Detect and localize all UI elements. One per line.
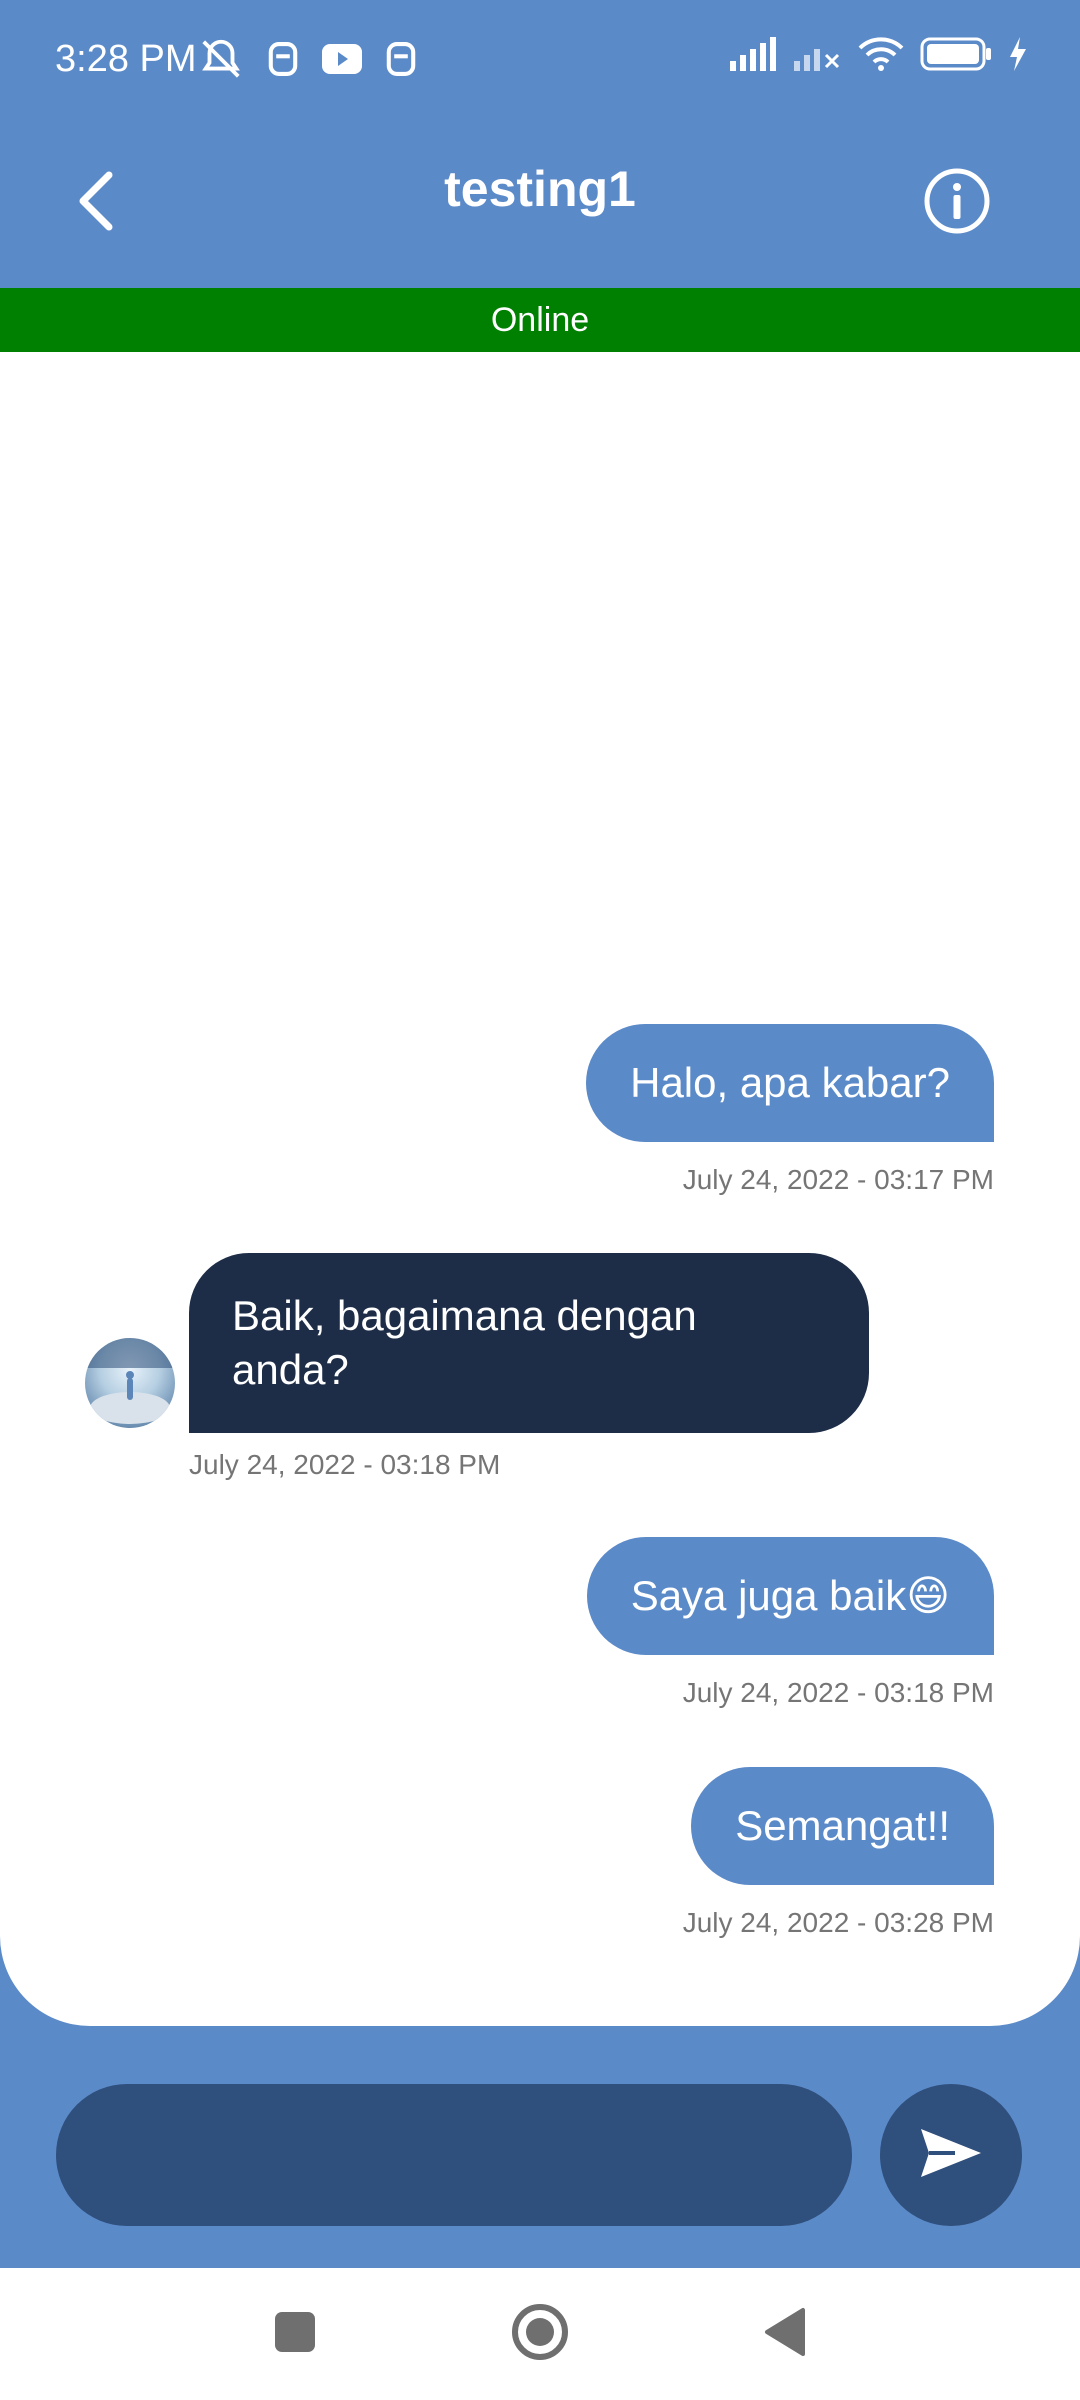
status-time: 3:28 PM [55,38,197,80]
message-timestamp: July 24, 2022 - 03:17 PM [682,1164,994,1195]
status-right-icons [730,36,1028,77]
outgoing-message-bubble: Saya juga baik😄 [586,1537,994,1655]
back-triangle-icon [763,2307,807,2362]
info-button[interactable] [912,158,1002,248]
wifi-icon [858,36,904,77]
recents-square-icon [274,2311,316,2358]
charging-icon [1008,37,1028,76]
recents-button[interactable] [255,2294,335,2374]
status-left-icons [198,36,418,87]
youtube-icon [322,44,362,79]
message-timestamp: July 24, 2022 - 03:18 PM [682,1677,994,1708]
message-input[interactable] [56,2084,852,2226]
outgoing-message-bubble: Halo, apa kabar? [586,1024,994,1142]
message-list: Halo, apa kabar? July 24, 2022 - 03:17 P… [0,352,1080,2026]
composer-bar [0,2026,1080,2268]
signal-no-service-icon [794,37,842,76]
message-timestamp: July 24, 2022 - 03:18 PM [189,1449,501,1480]
mute-alarm-icon [198,36,244,87]
send-icon [919,2127,983,2184]
info-icon [923,167,991,240]
home-circle-icon [511,2303,569,2366]
online-status-banner: Online [0,288,1080,352]
nav-back-button[interactable] [745,2294,825,2374]
message-timestamp: July 24, 2022 - 03:28 PM [682,1907,994,1938]
home-button[interactable] [500,2294,580,2374]
outgoing-message-bubble: Semangat!! [691,1767,994,1885]
battery-icon [920,37,992,76]
status-bar: 3:28 PM [0,0,1080,120]
send-button[interactable] [880,2084,1022,2226]
app-notification-icon [384,40,418,83]
signal-icon [730,37,778,76]
avatar [85,1338,175,1428]
incoming-message-bubble: Baik, bagaimana dengan anda? [189,1253,869,1433]
system-nav-bar [0,2268,1080,2400]
app-notification-icon [266,40,300,83]
chat-header: testing1 [0,120,1080,288]
